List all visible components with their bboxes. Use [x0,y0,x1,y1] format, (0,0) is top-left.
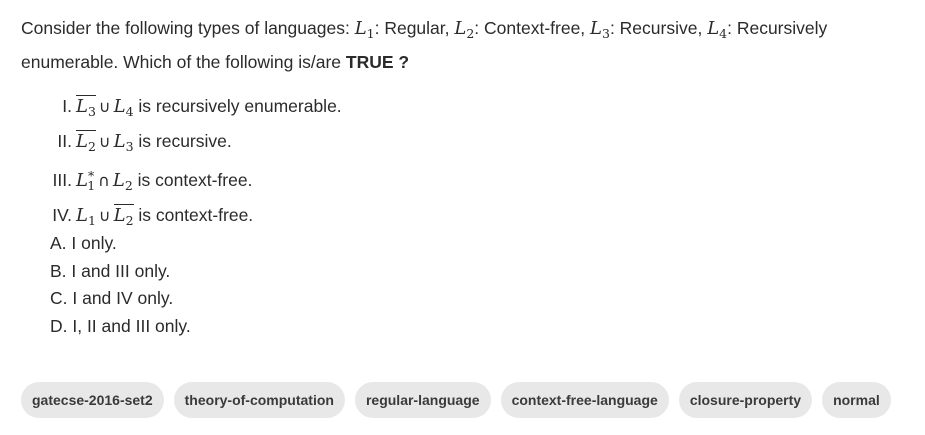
union-symbol: ∪ [98,97,111,116]
math-kleene-l1: L*1 [76,168,96,193]
statement-3: III. L*1 ∩ L2 is context-free. [45,161,342,201]
statement-number: IV. [52,204,72,225]
statement-number: I. [62,96,72,116]
option-d: D. I, II and III only. [50,315,191,336]
math-l2: L2 [112,170,133,193]
answer-options: A. I only. B. I and III only. C. I and I… [50,230,191,340]
statement-text: is context-free. [132,170,253,190]
option-b: B. I and III only. [50,260,171,281]
option-a: A. I only. [50,233,117,253]
math-l4: L4 [707,18,728,41]
math-l1: L1 [76,204,96,228]
tag-list: gatecse-2016-set2 theory-of-computation … [21,382,891,418]
union-symbol: ∪ [98,131,111,151]
statement-text: is context-free. [133,204,254,225]
tag-context-free-language[interactable]: context-free-language [500,382,669,418]
union-symbol: ∪ [98,205,111,225]
math-complement-l2: L2 [76,129,96,157]
statement-text: is recursive. [133,130,232,151]
option-c: C. I and IV only. [50,288,174,308]
tag-regular-language[interactable]: regular-language [354,382,491,418]
math-l4: L4 [113,96,134,119]
tag-theory-of-computation[interactable]: theory-of-computation [173,382,345,418]
true-emphasis: TRUE ? [345,52,410,72]
math-l2: L2 [454,18,475,41]
question-text: Consider the following types of language… [21,18,828,72]
statement-text: is recursively enumerable. [133,96,342,116]
statement-number: III. [52,170,72,190]
math-l3: L3 [113,130,134,154]
math-complement-l3: L3 [76,95,96,122]
math-complement-l2: L2 [113,203,134,231]
math-l3: L3 [590,18,610,41]
statement-2: II. L2 ∪ L3 is recursive. [45,127,342,162]
statement-list: I. L3 ∪ L4 is recursively enumerable. II. L2… [45,92,342,235]
statement-number: II. [57,130,72,151]
statement-1: I. L3 ∪ L4 is recursively enumerable. [45,92,342,127]
tag-normal[interactable]: normal [822,382,891,418]
tag-closure-property[interactable]: closure-property [678,382,813,418]
tag-gatecse-2016-set2[interactable]: gatecse-2016-set2 [21,382,164,418]
intersect-symbol: ∩ [98,171,110,190]
math-l1: L1 [354,18,375,41]
